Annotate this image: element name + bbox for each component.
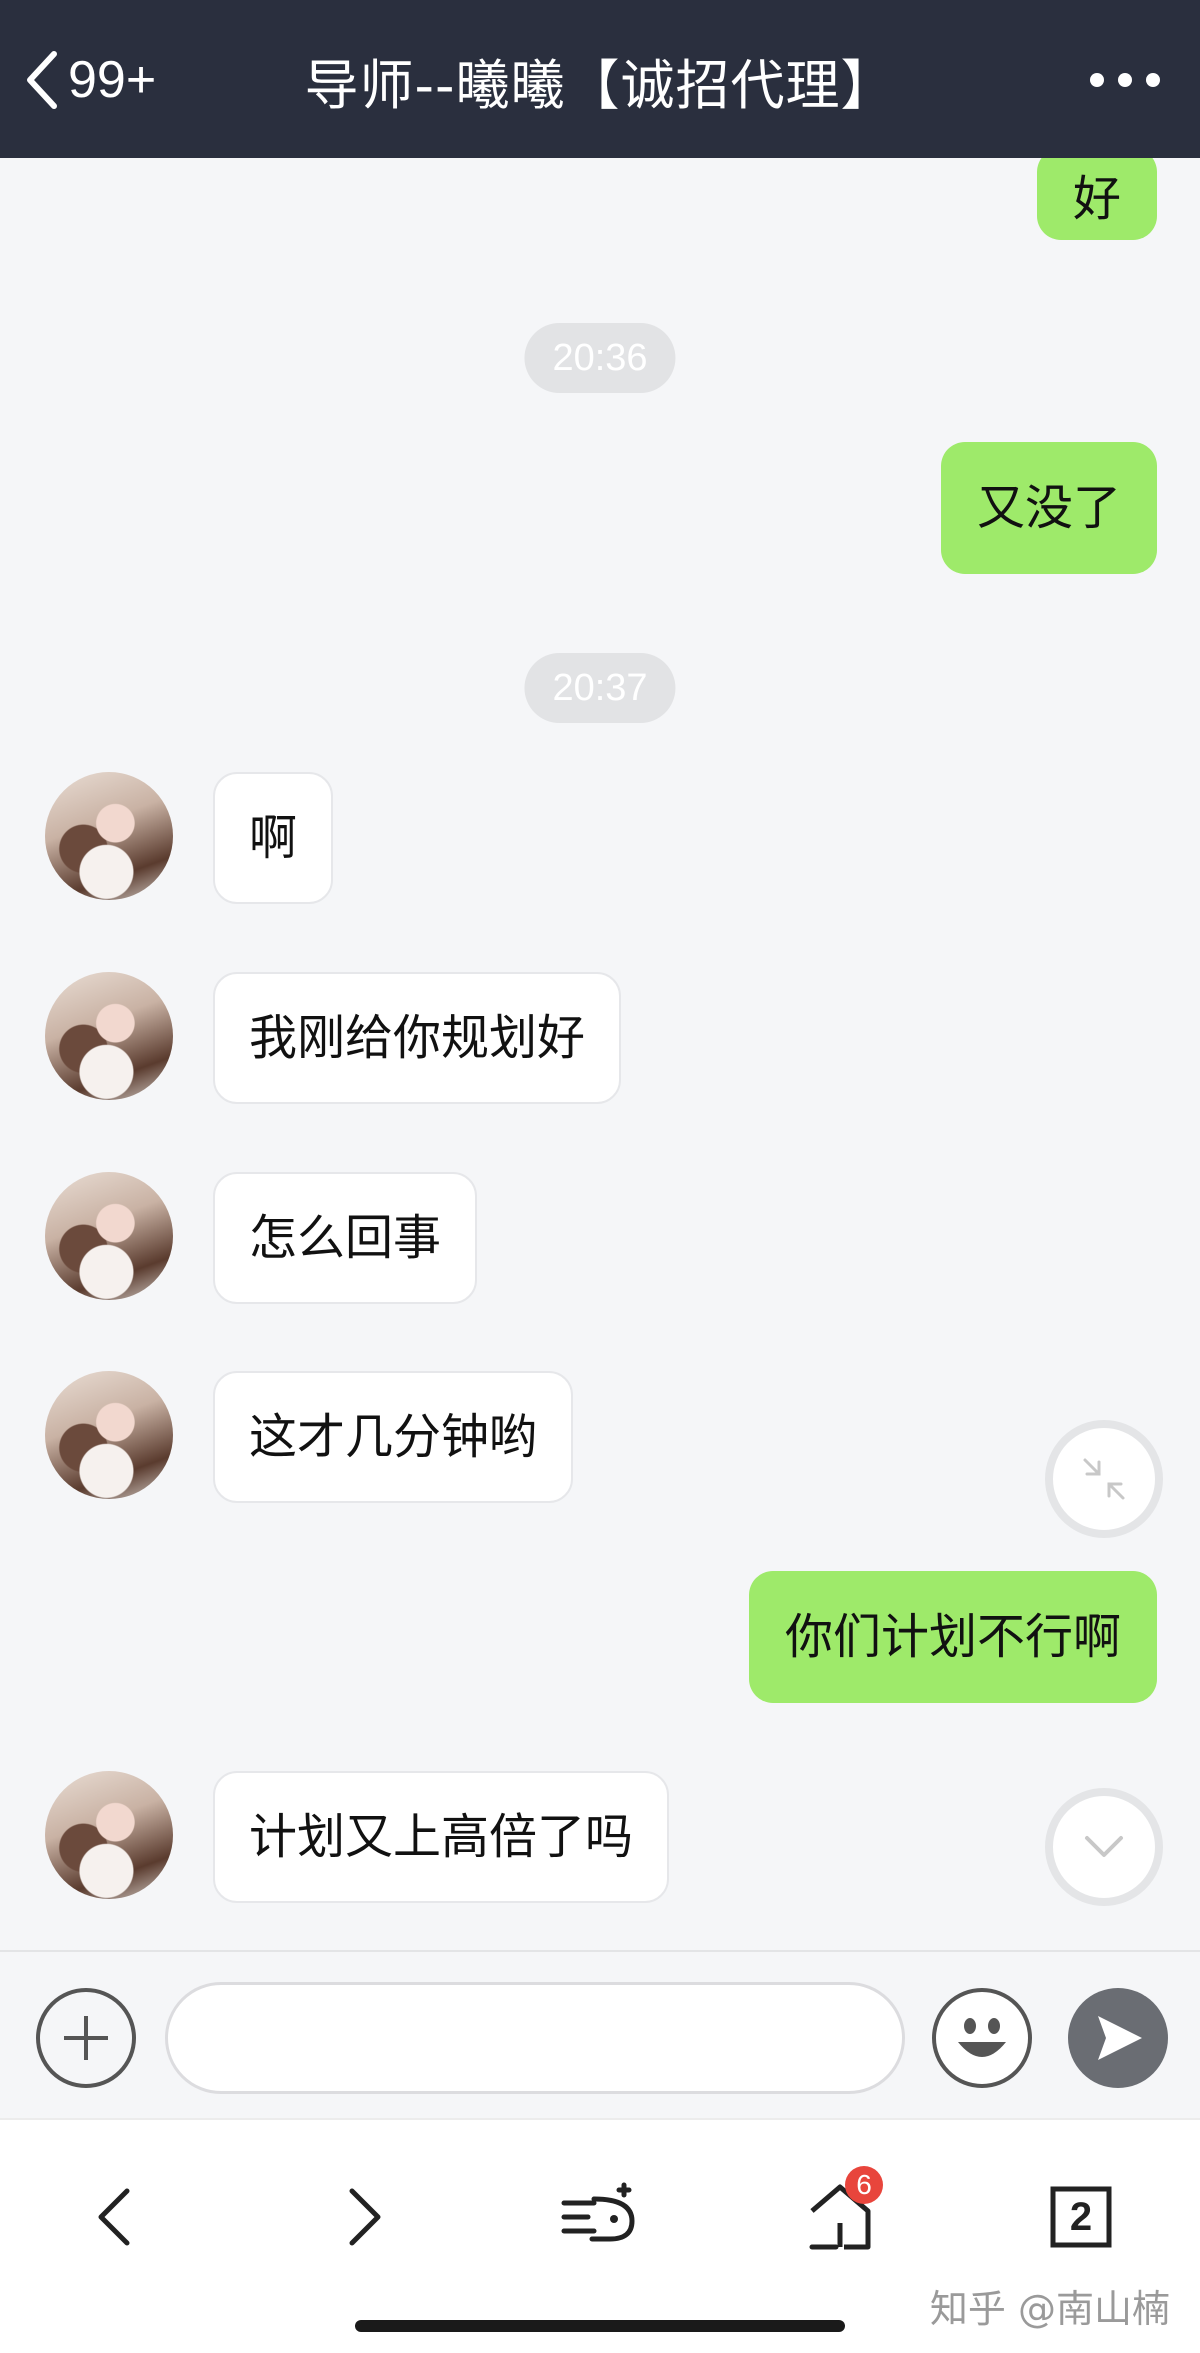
avatar[interactable] — [45, 1371, 173, 1499]
incoming-message[interactable]: 计划又上高倍了吗 — [213, 1771, 670, 1903]
avatar[interactable] — [45, 772, 173, 900]
feed-icon — [561, 2182, 635, 2242]
nav-back-icon — [98, 2188, 130, 2246]
more-button[interactable] — [1090, 58, 1160, 102]
tabs-button[interactable]: 2 — [1036, 2172, 1126, 2262]
scroll-down-icon — [1085, 1836, 1123, 1857]
watermark: 知乎 @南山楠 — [929, 2287, 1170, 2331]
chat-header: 99+ 导师--曦曦【诚招代理】 — [0, 0, 1200, 158]
timestamp: 20:37 — [524, 653, 676, 723]
home-button[interactable]: 6 — [795, 2166, 885, 2262]
incoming-message[interactable]: 啊 — [213, 772, 334, 904]
feed-button[interactable] — [553, 2172, 643, 2262]
emoji-button[interactable] — [932, 1988, 1032, 2088]
avatar[interactable] — [45, 972, 173, 1100]
timestamp: 20:36 — [524, 323, 676, 393]
incoming-message[interactable]: 这才几分钟哟 — [213, 1371, 574, 1503]
back-icon — [27, 51, 57, 109]
incoming-message[interactable]: 怎么回事 — [213, 1172, 478, 1304]
outgoing-message[interactable]: 你们计划不行啊 — [748, 1571, 1157, 1703]
avatar[interactable] — [45, 1771, 173, 1899]
collapse-icon — [1083, 1458, 1125, 1500]
browser-toolbar: 6 2 知乎 @南山楠 — [0, 2118, 1200, 2353]
nav-back-button[interactable] — [72, 2172, 162, 2262]
nav-forward-button[interactable] — [317, 2172, 407, 2262]
tabs-count: 2 — [1069, 2194, 1093, 2239]
nav-forward-icon — [349, 2188, 381, 2246]
emoji-icon — [958, 2018, 1006, 2057]
chat-area[interactable]: 好 20:36 又没了 20:37 啊 我刚给你规划好 怎么回事 这才几分钟哟 … — [0, 158, 1200, 1950]
send-button[interactable] — [1068, 1988, 1168, 2088]
send-icon — [1098, 2016, 1142, 2060]
scroll-down-button[interactable] — [1045, 1788, 1163, 1906]
notification-badge: 6 — [845, 2166, 883, 2204]
incoming-message[interactable]: 我刚给你规划好 — [213, 972, 622, 1104]
more-icon — [1090, 73, 1104, 87]
back-button[interactable]: 99+ — [22, 40, 156, 120]
home-indicator[interactable] — [355, 2320, 845, 2332]
avatar[interactable] — [45, 1172, 173, 1300]
message-input[interactable] — [165, 1982, 905, 2094]
input-bar — [0, 1950, 1200, 2118]
plus-icon — [64, 2016, 108, 2060]
outgoing-message[interactable]: 又没了 — [940, 442, 1157, 574]
outgoing-message[interactable]: 好 — [1036, 158, 1157, 240]
collapse-button[interactable] — [1045, 1420, 1163, 1538]
plus-button[interactable] — [36, 1988, 136, 2088]
chat-title: 导师--曦曦【诚招代理】 — [304, 53, 896, 117]
unread-count: 99+ — [68, 51, 157, 109]
